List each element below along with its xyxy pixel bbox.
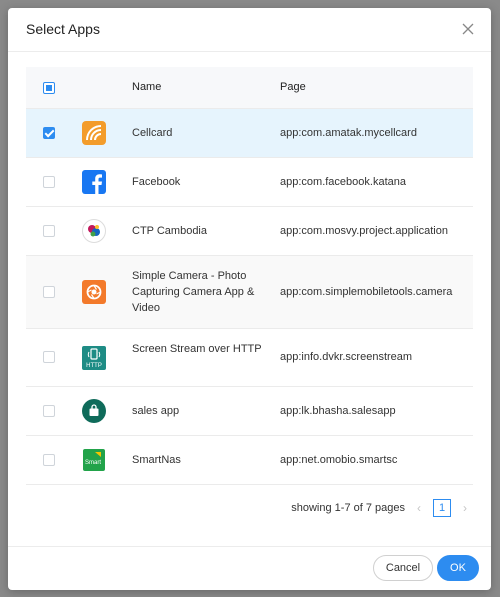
dialog-title: Select Apps (26, 21, 100, 37)
ok-button[interactable]: OK (437, 555, 479, 581)
app-page: app:com.facebook.katana (280, 176, 406, 188)
app-page: app:com.amatak.mycellcard (280, 127, 417, 139)
app-name: sales app (132, 405, 180, 417)
select-apps-dialog: Select Apps Name Page Cellcard app:com.a… (8, 8, 491, 590)
row-checkbox[interactable] (43, 225, 55, 237)
row-checkbox[interactable] (43, 127, 55, 139)
facebook-icon (82, 170, 106, 194)
shopping-bag-icon (82, 399, 106, 423)
table-row[interactable]: Cellcard app:com.amatak.mycellcard (26, 109, 473, 158)
column-header-page: Page (280, 81, 306, 93)
row-checkbox[interactable] (43, 351, 55, 363)
page-number-button[interactable]: 1 (433, 499, 451, 517)
table-row[interactable]: sales app app:lk.bhasha.salesapp (26, 387, 473, 436)
app-name: CTP Cambodia (132, 225, 207, 237)
row-checkbox[interactable] (43, 454, 55, 466)
dialog-footer: Cancel OK (8, 546, 491, 590)
table-row[interactable]: Simple Camera - Photo Capturing Camera A… (26, 256, 473, 329)
table-row[interactable]: Facebook app:com.facebook.katana (26, 158, 473, 207)
app-name: Cellcard (132, 127, 173, 139)
table-row[interactable]: Smart SmartNas app:net.omobio.smartsc (26, 436, 473, 485)
ctp-cambodia-icon (82, 219, 106, 243)
svg-text:Smart: Smart (85, 460, 101, 466)
row-checkbox[interactable] (43, 286, 55, 298)
cellcard-icon (82, 121, 106, 145)
app-page: app:info.dvkr.screenstream (280, 351, 413, 363)
smartnas-icon: Smart (82, 448, 106, 472)
app-page: app:com.simplemobiletools.camera (280, 286, 453, 298)
app-name: Facebook (132, 176, 181, 188)
row-checkbox[interactable] (43, 176, 55, 188)
row-checkbox[interactable] (43, 405, 55, 417)
app-page: app:com.mosvy.project.application (280, 225, 448, 237)
table-row[interactable]: HTTP Screen Stream over HTTP app:info.dv… (26, 329, 473, 387)
close-icon[interactable] (459, 20, 477, 38)
app-name: SmartNas (132, 454, 181, 466)
chevron-left-icon[interactable]: ‹ (413, 501, 425, 515)
app-name: Screen Stream over HTTP (132, 343, 262, 355)
svg-text:HTTP: HTTP (86, 363, 102, 369)
app-page: app:lk.bhasha.salesapp (280, 405, 396, 417)
dialog-header: Select Apps (8, 8, 491, 52)
app-name: Simple Camera - Photo Capturing Camera A… (132, 270, 255, 314)
cancel-button[interactable]: Cancel (373, 555, 433, 581)
screen-stream-icon: HTTP (82, 346, 106, 370)
camera-icon (82, 280, 106, 304)
chevron-right-icon[interactable]: › (459, 501, 471, 515)
column-header-name: Name (132, 81, 162, 93)
table-row[interactable]: CTP Cambodia app:com.mosvy.project.appli… (26, 207, 473, 256)
app-page: app:net.omobio.smartsc (280, 454, 398, 466)
table-header: Name Page (26, 67, 473, 109)
apps-table: Name Page Cellcard app:com.amatak.mycell… (26, 67, 473, 485)
pagination-summary: showing 1-7 of 7 pages (291, 502, 405, 514)
select-all-checkbox[interactable] (43, 82, 55, 94)
pagination: showing 1-7 of 7 pages ‹ 1 › (291, 498, 471, 518)
